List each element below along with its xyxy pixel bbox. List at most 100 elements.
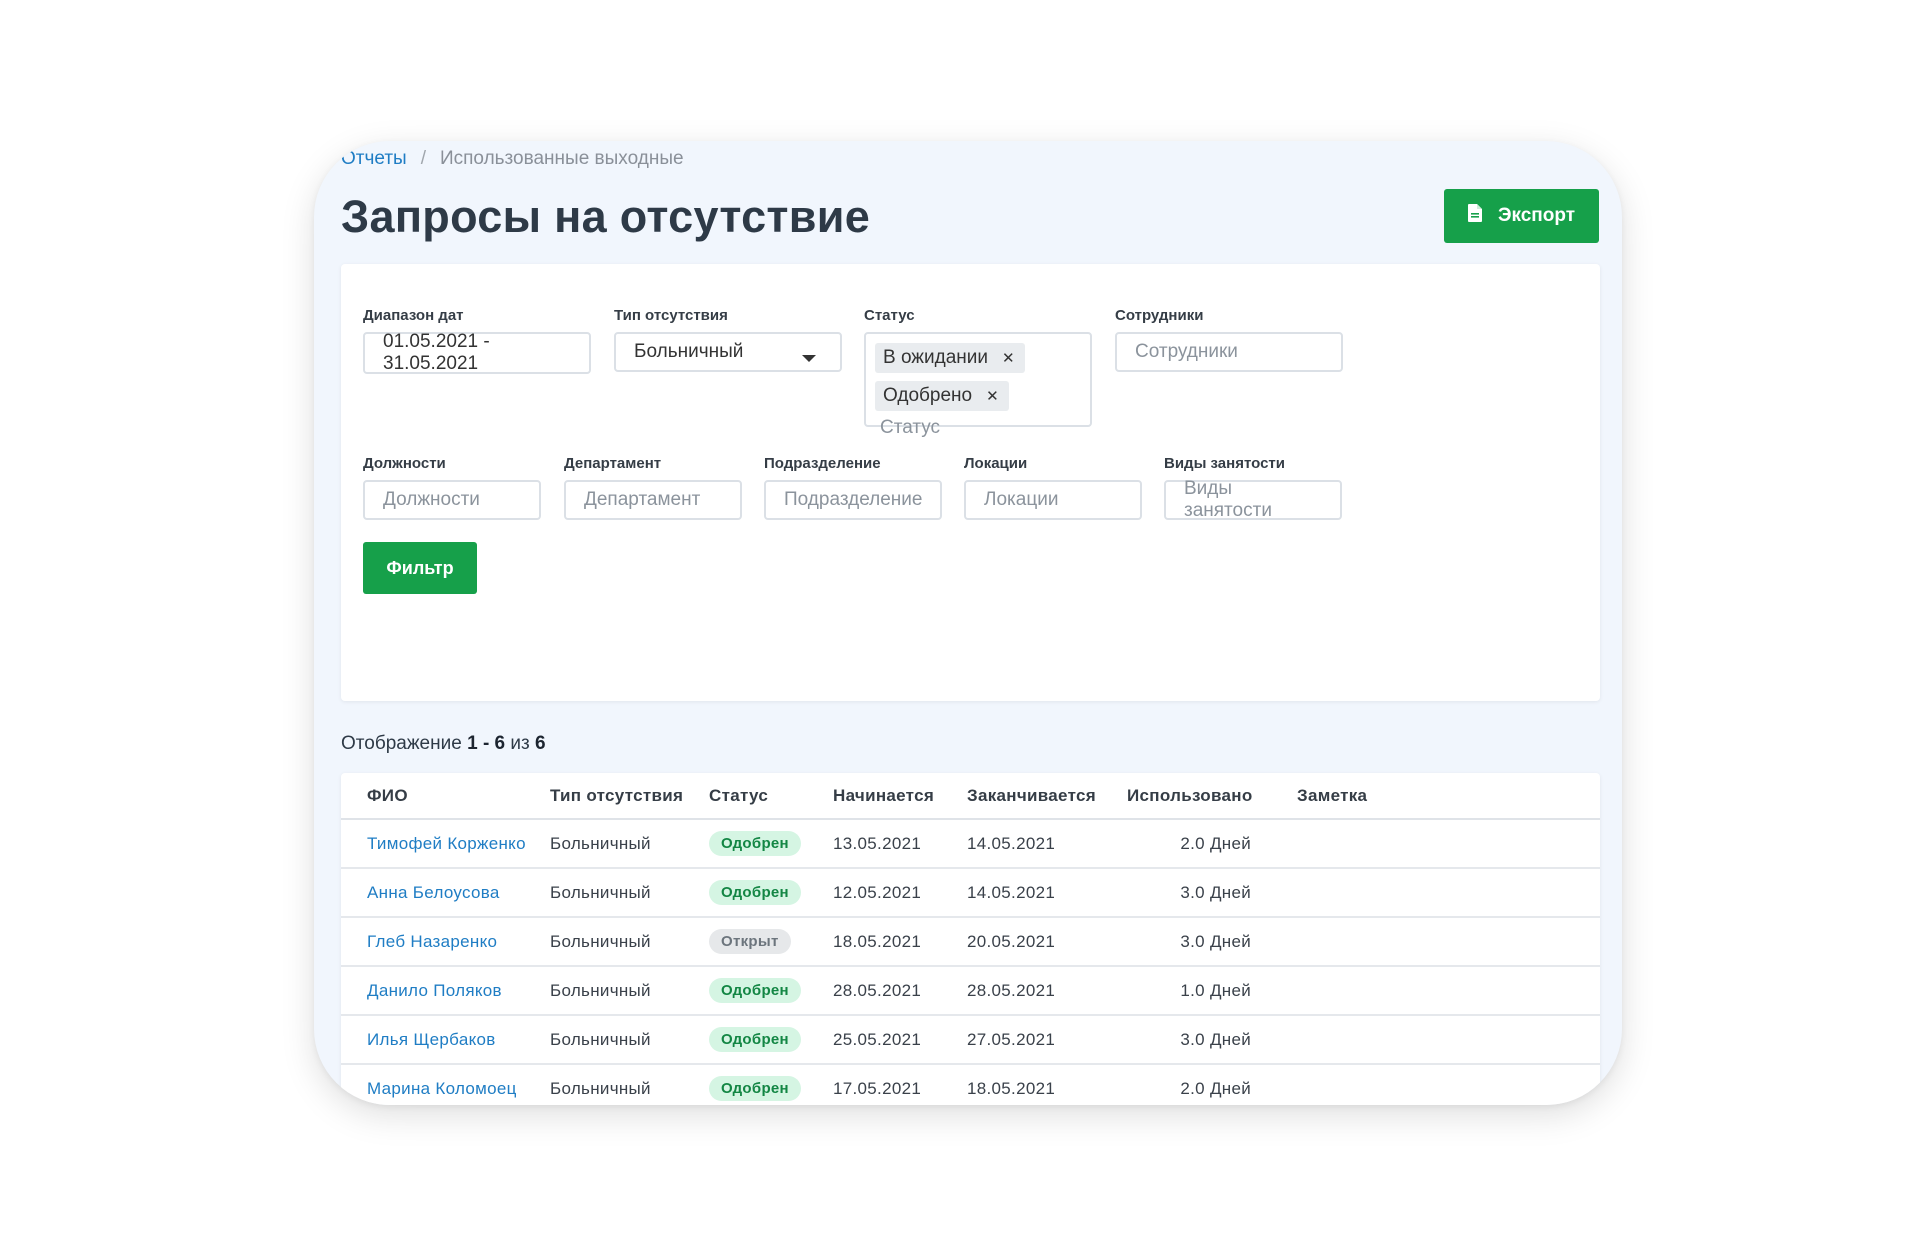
- status-badge: Одобрен: [709, 1076, 801, 1101]
- end-date-cell: 18.05.2021: [967, 1064, 1127, 1105]
- employee-name-link[interactable]: Глеб Назаренко: [341, 917, 550, 967]
- column-header-note[interactable]: Заметка: [1251, 773, 1600, 820]
- employees-label: Сотрудники: [1115, 307, 1204, 324]
- employee-name-link[interactable]: Анна Белоусова: [341, 868, 550, 918]
- summary-range: 1 - 6: [467, 733, 506, 754]
- note-cell: [1251, 868, 1600, 918]
- note-cell: [1251, 1015, 1600, 1065]
- employees-input[interactable]: Сотрудники: [1115, 332, 1343, 372]
- end-date-cell: 20.05.2021: [967, 917, 1127, 967]
- remove-tag-icon[interactable]: ✕: [1002, 349, 1015, 367]
- used-days-cell: 3.0 Дней: [1127, 868, 1251, 918]
- filter-button[interactable]: Фильтр: [363, 542, 477, 594]
- start-date-cell: 25.05.2021: [833, 1015, 967, 1065]
- table-row: Анна Белоусова Больничный Одобрен 12.05.…: [341, 868, 1600, 918]
- division-label: Подразделение: [764, 455, 881, 472]
- status-cell: Одобрен: [709, 819, 833, 869]
- absence-type-cell: Больничный: [550, 966, 709, 1016]
- summary-prefix: Отображение: [341, 733, 462, 754]
- absence-table: ФИО Тип отсутствия Статус Начинается Зак…: [341, 773, 1600, 1105]
- column-header-start[interactable]: Начинается: [833, 773, 967, 820]
- absence-type-cell: Больничный: [550, 819, 709, 869]
- date-range-label: Диапазон дат: [363, 307, 464, 324]
- employee-name-link[interactable]: Данило Поляков: [341, 966, 550, 1016]
- column-header-status[interactable]: Статус: [709, 773, 833, 820]
- status-tag-label: В ожидании: [883, 347, 989, 368]
- caret-down-icon: [802, 355, 816, 362]
- end-date-cell: 14.05.2021: [967, 819, 1127, 869]
- used-days-cell: 2.0 Дней: [1127, 819, 1251, 869]
- employee-name-link[interactable]: Тимофей Корженко: [341, 819, 550, 869]
- status-cell: Одобрен: [709, 1015, 833, 1065]
- employee-name-link[interactable]: Илья Щербаков: [341, 1015, 550, 1065]
- start-date-cell: 12.05.2021: [833, 868, 967, 918]
- locations-label: Локации: [964, 455, 1028, 472]
- department-input[interactable]: Департамент: [564, 480, 742, 520]
- start-date-cell: 17.05.2021: [833, 1064, 967, 1105]
- status-cell: Одобрен: [709, 1064, 833, 1105]
- locations-input[interactable]: Локации: [964, 480, 1142, 520]
- status-placeholder: Статус: [880, 417, 941, 438]
- file-icon: [1467, 204, 1482, 228]
- status-badge: Одобрен: [709, 1027, 801, 1052]
- status-cell: Одобрен: [709, 966, 833, 1016]
- status-badge: Одобрен: [709, 831, 801, 856]
- table-row: Данило Поляков Больничный Одобрен 28.05.…: [341, 966, 1600, 1016]
- breadcrumb: Отчеты / Использованные выходные: [341, 148, 684, 170]
- absence-type-cell: Больничный: [550, 868, 709, 918]
- status-tag-label: Одобрено: [883, 385, 973, 406]
- status-label: Статус: [864, 307, 915, 324]
- column-header-end[interactable]: Заканчивается: [967, 773, 1127, 820]
- used-days-cell: 3.0 Дней: [1127, 1015, 1251, 1065]
- status-multiselect[interactable]: В ожидании ✕ Одобрено ✕ Статус: [864, 332, 1092, 438]
- positions-input[interactable]: Должности: [363, 480, 541, 520]
- employment-types-label: Виды занятости: [1164, 455, 1285, 472]
- absence-type-cell: Больничный: [550, 917, 709, 967]
- status-badge: Открыт: [709, 929, 791, 954]
- positions-label: Должности: [363, 455, 446, 472]
- table-header-row: ФИО Тип отсутствия Статус Начинается Зак…: [341, 773, 1600, 820]
- table-row: Глеб Назаренко Больничный Открыт 18.05.2…: [341, 917, 1600, 967]
- filter-panel: Диапазон дат 01.05.2021 - 31.05.2021 Тип…: [341, 264, 1600, 701]
- start-date-cell: 18.05.2021: [833, 917, 967, 967]
- employment-types-input[interactable]: Виды занятости: [1164, 478, 1342, 521]
- remove-tag-icon[interactable]: ✕: [986, 387, 999, 405]
- absence-type-select[interactable]: Больничный: [614, 332, 842, 372]
- column-header-used[interactable]: Использовано: [1127, 773, 1252, 820]
- note-cell: [1251, 966, 1600, 1016]
- used-days-cell: 3.0 Дней: [1127, 917, 1251, 967]
- breadcrumb-current: Использованные выходные: [439, 148, 684, 169]
- breadcrumb-link-reports[interactable]: Отчеты: [341, 148, 407, 170]
- end-date-cell: 28.05.2021: [967, 966, 1127, 1016]
- status-tag-approved: Одобрено ✕: [875, 381, 1009, 411]
- summary-total: 6: [535, 733, 546, 754]
- column-header-name[interactable]: ФИО: [341, 773, 550, 820]
- absence-type-cell: Больничный: [550, 1064, 709, 1105]
- export-button[interactable]: Экспорт: [1444, 189, 1599, 243]
- end-date-cell: 27.05.2021: [967, 1015, 1127, 1065]
- status-cell: Открыт: [709, 917, 833, 967]
- note-cell: [1251, 917, 1600, 967]
- date-range-input[interactable]: 01.05.2021 - 31.05.2021: [363, 331, 591, 374]
- status-cell: Одобрен: [709, 868, 833, 918]
- table-row: Илья Щербаков Больничный Одобрен 25.05.2…: [341, 1015, 1600, 1065]
- status-tag-pending: В ожидании ✕: [875, 343, 1025, 373]
- page-title: Запросы на отсутствие: [341, 191, 871, 242]
- status-badge: Одобрен: [709, 880, 801, 905]
- table-row: Марина Коломоец Больничный Одобрен 17.05…: [341, 1064, 1600, 1105]
- employee-name-link[interactable]: Марина Коломоец: [341, 1064, 550, 1105]
- absence-type-cell: Больничный: [550, 1015, 709, 1065]
- start-date-cell: 13.05.2021: [833, 819, 967, 869]
- results-summary: Отображение 1 - 6 из 6: [341, 733, 546, 755]
- table-row: Тимофей Корженко Больничный Одобрен 13.0…: [341, 819, 1600, 869]
- summary-of: из: [510, 733, 530, 754]
- absence-type-value: Больничный: [634, 341, 744, 362]
- used-days-cell: 1.0 Дней: [1127, 966, 1251, 1016]
- status-badge: Одобрен: [709, 978, 801, 1003]
- column-header-type[interactable]: Тип отсутствия: [550, 773, 709, 820]
- absence-table-card: ФИО Тип отсутствия Статус Начинается Зак…: [341, 773, 1600, 1105]
- end-date-cell: 14.05.2021: [967, 868, 1127, 918]
- breadcrumb-separator: /: [420, 148, 426, 169]
- division-input[interactable]: Подразделение: [764, 480, 942, 520]
- used-days-cell: 2.0 Дней: [1127, 1064, 1251, 1105]
